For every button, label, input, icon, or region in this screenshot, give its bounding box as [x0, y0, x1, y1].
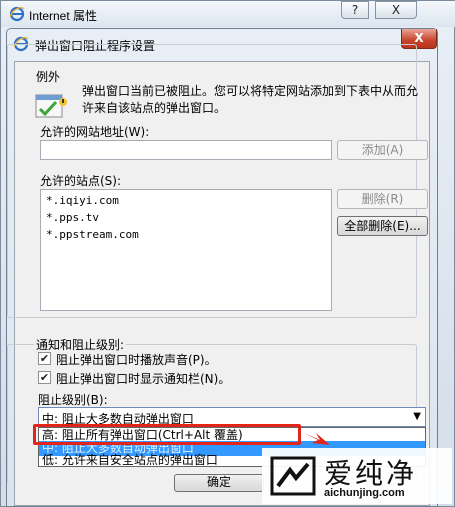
show-notification-bar-checkbox[interactable]: ✔	[38, 371, 51, 384]
watermark-title: 爱纯净	[324, 457, 418, 490]
show-notification-bar-label: 阻止弹出窗口时显示通知栏(N)。	[56, 372, 231, 386]
allowed-sites-label: 允许的站点(S):	[40, 174, 122, 188]
chevron-down-icon[interactable]: ▼	[413, 411, 421, 422]
exceptions-description-line1: 弹出窗口当前已被阻止。您可以将特定网站添加到下表中从而允	[82, 84, 419, 98]
outer-close-button[interactable]: X	[375, 1, 417, 19]
help-button[interactable]: ?	[341, 1, 369, 19]
add-button[interactable]: 添加(A)	[337, 140, 428, 160]
outer-window-title: Internet 属性	[29, 9, 98, 23]
red-highlight-box	[33, 424, 301, 445]
play-sound-label: 阻止弹出窗口时播放声音(P)。	[56, 353, 217, 367]
address-label: 允许的网站地址(W):	[40, 125, 150, 139]
blocking-level-label: 阻止级别(B):	[38, 393, 108, 407]
play-sound-checkbox[interactable]: ✔	[38, 352, 51, 365]
website-address-input[interactable]	[40, 140, 332, 160]
watermark: 爱纯净 aichunjing.com	[262, 448, 452, 504]
allowed-site-item[interactable]: *.iqiyi.com	[46, 194, 119, 207]
aichunjing-logo-icon	[270, 456, 316, 496]
exceptions-legend: 例外	[34, 68, 63, 85]
allowed-sites-list[interactable]	[40, 189, 332, 311]
allowed-site-item[interactable]: *.ppstream.com	[46, 228, 139, 241]
red-arrow-icon	[304, 433, 330, 445]
watermark-url: aichunjing.com	[324, 487, 405, 499]
internet-explorer-icon	[9, 6, 25, 22]
remove-button[interactable]: 删除(R)	[337, 189, 428, 209]
exceptions-description-line2: 许来自该站点的弹出窗口。	[82, 101, 227, 115]
allowed-site-item[interactable]: *.pps.tv	[46, 211, 99, 224]
ok-button[interactable]: 确定	[174, 474, 264, 492]
info-icon	[35, 94, 67, 118]
remove-all-button[interactable]: 全部删除(E)...	[337, 216, 428, 236]
outer-title-bar: Internet 属性 ? X	[1, 1, 455, 27]
